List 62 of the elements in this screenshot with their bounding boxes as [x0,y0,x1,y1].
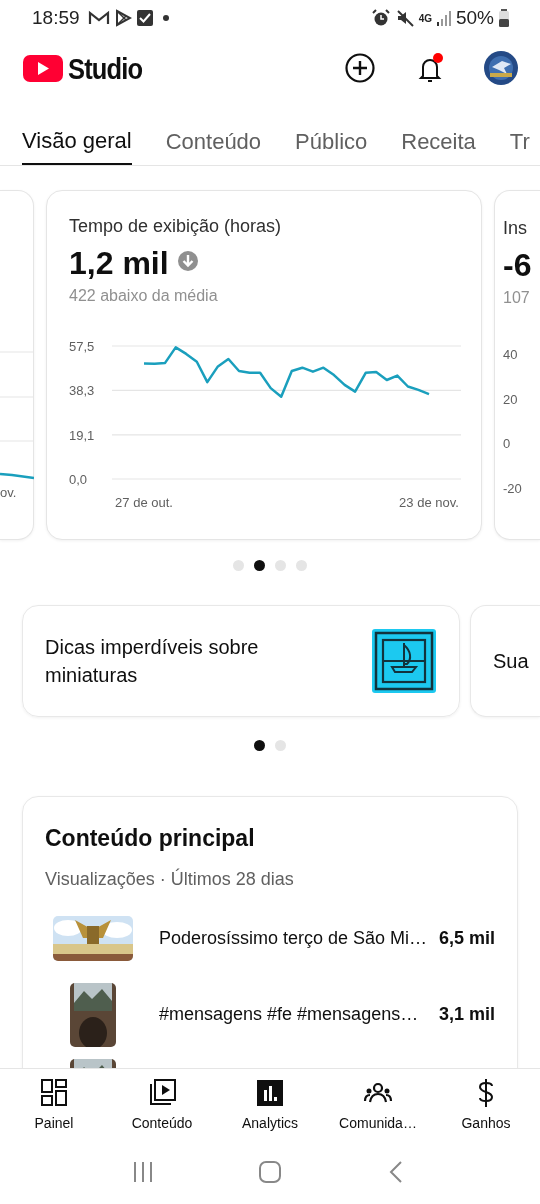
page-dot[interactable] [275,740,286,751]
status-time: 18:59 [32,5,80,30]
create-icon[interactable] [344,52,376,84]
view-count: 3,1 mil [438,1003,495,1026]
checkbox-icon [135,9,154,27]
stat-title: Ins [503,217,528,240]
youtube-logo-icon [22,53,64,83]
axis-label: 27 de out. [115,495,173,511]
network-type: 4G [418,11,432,26]
page-dot[interactable] [254,560,265,571]
axis-label: 0,0 [69,472,88,488]
video-title[interactable]: Poderosíssimo terço de São Mi… [159,925,439,952]
tab[interactable]: Público [295,100,368,165]
tab[interactable]: Receita [401,100,476,165]
stat-card[interactable]: Ins -6 107 40 20 0 -20 [494,190,540,540]
stat-note: 422 abaixo da média [69,286,219,307]
axis-label: 23 de nov. [399,495,459,511]
axis-label: 0 [503,436,511,452]
play-store-icon [113,9,132,27]
boat-frame-icon [371,628,437,694]
tip-card[interactable]: Dicas imperdíveis sobre miniaturas [22,605,460,717]
stat-note: 107 [503,288,531,309]
nav-tab[interactable]: Ganhos [436,1077,536,1140]
axis-label: 57,5 [69,339,95,355]
view-count: 6,5 mil [438,927,495,950]
stat-value: -6 [503,246,533,285]
tip-card[interactable]: Sua [470,605,540,717]
nav-tab[interactable]: Conteúdo [112,1077,212,1140]
battery-icon [498,8,510,28]
axis-label: ov. [0,484,18,502]
page-dot[interactable] [296,560,307,571]
nav-tab[interactable]: Analytics [220,1077,320,1140]
nav-tab[interactable]: Painel [4,1077,104,1140]
axis-label: 40 [503,347,518,363]
battery-percent: 50% [455,5,494,30]
logo-text: Studio [68,50,143,87]
stat-value: 1,2 mil [69,244,169,283]
card-subtitle: Visualizações · Últimos 28 dias [45,867,295,891]
axis-label: 19,1 [69,428,95,444]
avatar[interactable] [484,51,518,85]
axis-label: 20 [503,391,518,407]
stat-title: Tempo de exibição (horas) [69,215,283,238]
stat-card[interactable]: ov. [0,190,34,540]
stat-card[interactable]: Tempo de exibição (horas) 1,2 mil 422 abaixo da média 0,0 19,1 38,3 57,5 27 de out. 23 de nov. [46,190,482,540]
signal-icon [435,9,452,27]
axis-label: 38,3 [69,383,95,399]
tip-title: Dicas imperdíveis sobre miniaturas [45,635,260,688]
page-dot[interactable] [275,560,286,571]
home-icon[interactable] [258,1160,282,1184]
card-title: Conteúdo principal [45,824,256,853]
tab[interactable]: Visão geral [22,100,132,165]
mail-icon [87,10,110,26]
alarm-icon [370,8,391,28]
page-dot[interactable] [254,740,265,751]
page-dot[interactable] [233,560,244,571]
video-title[interactable]: #mensagens #fe #mensagens… [159,1001,439,1028]
nav-tab[interactable]: Comunida… [328,1077,428,1140]
axis-label: -20 [503,480,522,496]
mute-icon [394,8,415,28]
tab[interactable]: Tr [509,100,530,165]
tab[interactable]: Conteúdo [165,100,262,165]
tip-title: Sua [493,649,529,674]
